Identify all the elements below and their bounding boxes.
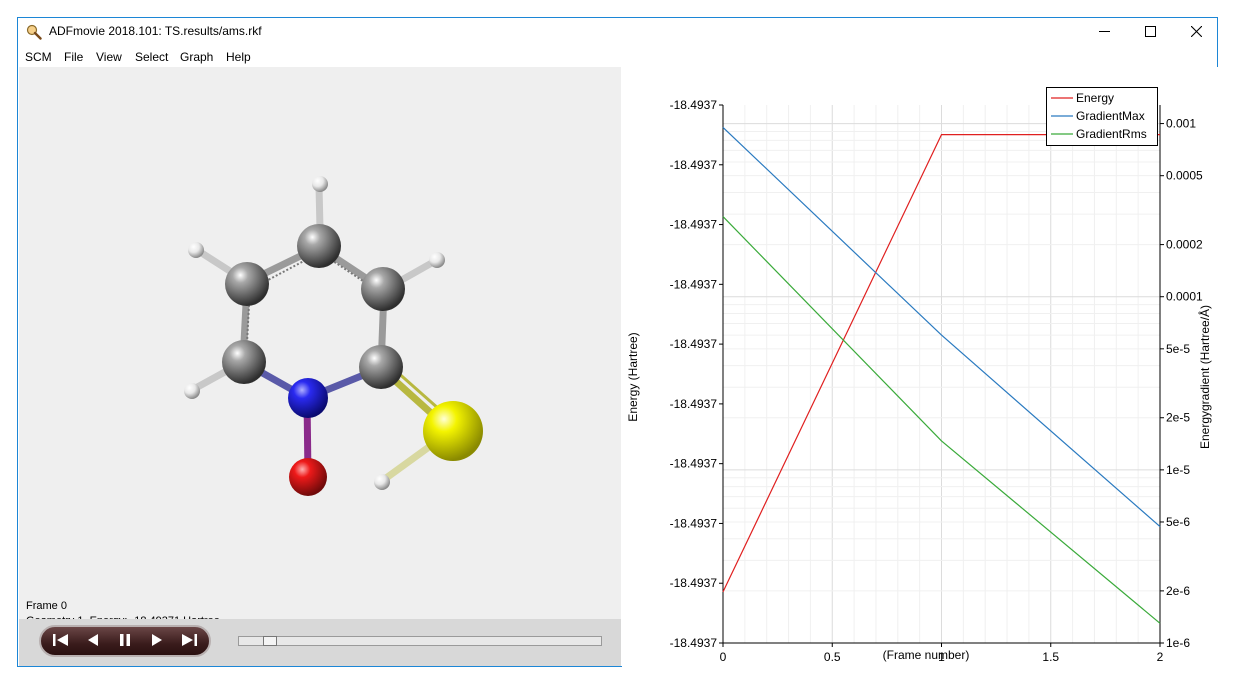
left-tick-label: -18.4937 <box>670 218 718 232</box>
left-tick-label: -18.4937 <box>670 636 718 650</box>
hydrogen-atom <box>312 176 328 192</box>
frame-slider-thumb[interactable] <box>263 636 277 646</box>
right-tick-label: 0.0005 <box>1166 169 1203 183</box>
hydrogen-atom <box>188 242 204 258</box>
play-button[interactable] <box>145 633 169 651</box>
x-tick-label: 0 <box>720 650 727 664</box>
x-axis-label: (Frame number) <box>883 648 970 662</box>
molecule-atoms <box>184 176 483 496</box>
right-tick-label: 5e-5 <box>1166 342 1190 356</box>
adfmovie-app-icon <box>26 24 42 40</box>
right-tick-label: 0.001 <box>1166 117 1196 131</box>
carbon-atom <box>359 345 403 389</box>
pause-button[interactable] <box>113 633 137 651</box>
step-back-icon <box>86 633 100 652</box>
right-tick-label: 0.0002 <box>1166 238 1203 252</box>
left-tick-label: -18.4937 <box>670 576 718 590</box>
menu-help[interactable]: Help <box>226 50 251 64</box>
nitrogen-atom <box>288 378 328 418</box>
left-tick-label: -18.4937 <box>670 98 718 112</box>
menu-select[interactable]: Select <box>135 50 168 64</box>
skip-to-start-button[interactable] <box>49 633 73 651</box>
right-tick-label: 2e-5 <box>1166 411 1190 425</box>
chart-legend: Energy GradientMax GradientRms <box>1046 87 1158 146</box>
carbon-atom <box>297 224 341 268</box>
pause-icon <box>118 633 132 652</box>
x-tick-label: 1.5 <box>1042 650 1059 664</box>
x-tick-label: 2 <box>1157 650 1164 664</box>
menu-graph[interactable]: Graph <box>180 50 213 64</box>
skip-to-start-icon <box>52 633 70 652</box>
menu-bar: SCM File View Select Graph Help <box>18 47 1217 67</box>
molecule-3d-view[interactable] <box>19 67 621 619</box>
left-tick-label: -18.4937 <box>670 337 718 351</box>
oxygen-atom <box>289 458 327 496</box>
hydrogen-atom <box>429 252 445 268</box>
left-tick-label: -18.4937 <box>670 277 718 291</box>
legend-label-gradientmax: GradientMax <box>1076 109 1145 123</box>
left-tick-label: -18.4937 <box>670 158 718 172</box>
play-icon <box>150 633 164 652</box>
maximize-button[interactable] <box>1127 18 1173 47</box>
hydrogen-atom <box>184 383 200 399</box>
energy-gradient-chart: -18.4937 -18.4937 -18.4937 -18.4937 -18.4937… <box>626 87 1212 664</box>
legend-label-energy: Energy <box>1076 91 1114 105</box>
menu-scm[interactable]: SCM <box>25 50 52 64</box>
sulfur-atom <box>423 401 483 461</box>
title-bar: ADFmovie 2018.101: TS.results/ams.rkf <box>18 18 1217 47</box>
carbon-atom <box>222 340 266 384</box>
left-tick-label: -18.4937 <box>670 516 718 530</box>
right-tick-label: 1e-5 <box>1166 463 1190 477</box>
carbon-atom <box>361 267 405 311</box>
right-axis-label: Energygradient (Hartree/Å) <box>1197 305 1212 449</box>
app-window: ADFmovie 2018.101: TS.results/ams.rkf SC… <box>17 17 1218 667</box>
minimize-icon <box>1098 24 1110 42</box>
playback-button-bar <box>39 625 211 657</box>
left-tick-label: -18.4937 <box>670 457 718 471</box>
right-tick-label: 5e-6 <box>1166 515 1190 529</box>
left-tick-label: -18.4937 <box>670 397 718 411</box>
legend-label-gradientrms: GradientRms <box>1076 127 1147 141</box>
left-axis-label: Energy (Hartree) <box>626 332 640 421</box>
playback-controls <box>19 619 621 666</box>
carbon-atom <box>225 262 269 306</box>
maximize-icon <box>1144 24 1156 42</box>
frame-slider[interactable] <box>238 636 602 646</box>
minimize-button[interactable] <box>1081 18 1127 47</box>
frame-label: Frame 0 <box>26 600 67 612</box>
menu-view[interactable]: View <box>96 50 122 64</box>
chart-grid <box>722 105 1161 644</box>
skip-to-end-button[interactable] <box>177 633 201 651</box>
hydrogen-atom <box>374 474 390 490</box>
chart-axes: -18.4937 -18.4937 -18.4937 -18.4937 -18.4937… <box>670 98 1203 664</box>
graph-panel: -18.4937 -18.4937 -18.4937 -18.4937 -18.4937… <box>622 67 1218 667</box>
right-tick-label: 2e-6 <box>1166 584 1190 598</box>
molecule-viewer[interactable]: Frame 0 Geometry 1, Energy: -18.49371 Ha… <box>19 67 621 627</box>
close-button[interactable] <box>1173 18 1219 47</box>
skip-to-end-icon <box>180 633 198 652</box>
x-tick-label: 0.5 <box>824 650 841 664</box>
step-back-button[interactable] <box>81 633 105 651</box>
window-title: ADFmovie 2018.101: TS.results/ams.rkf <box>49 24 262 38</box>
menu-file[interactable]: File <box>64 50 83 64</box>
close-icon <box>1190 24 1202 42</box>
right-tick-label: 0.0001 <box>1166 290 1203 304</box>
right-tick-label: 1e-6 <box>1166 636 1190 650</box>
